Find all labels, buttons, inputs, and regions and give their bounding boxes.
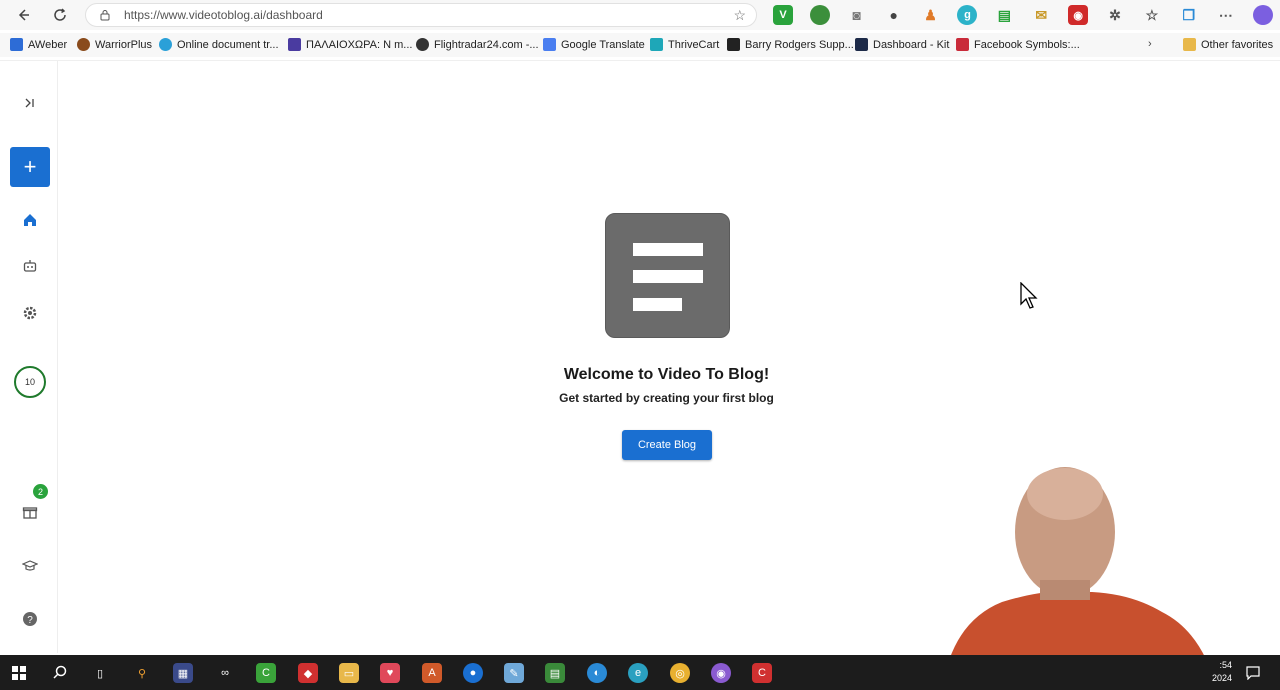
expand-sidebar-icon[interactable] — [10, 83, 50, 123]
favorites-icon[interactable]: ☆ — [1142, 5, 1162, 25]
calculator-icon[interactable]: ▦ — [173, 663, 193, 683]
spreadsheet-icon[interactable]: ▤ — [545, 663, 565, 683]
red-app-icon[interactable]: ◆ — [298, 663, 318, 683]
help-icon[interactable]: ? — [10, 599, 50, 639]
graduation-cap-icon[interactable] — [10, 546, 50, 586]
icon-line — [633, 270, 703, 283]
google-translate-icon — [543, 38, 556, 51]
messenger-icon[interactable]: ● — [463, 663, 483, 683]
back-arrow-icon[interactable] — [12, 4, 34, 26]
thrivecart-icon — [650, 38, 663, 51]
bookmark-0[interactable]: AWeber — [10, 38, 67, 51]
app-sidebar: + 10 2 ? — [0, 61, 58, 653]
lightning-icon — [956, 38, 969, 51]
search-icon[interactable] — [50, 663, 70, 683]
extension-figure-icon[interactable]: ♟ — [921, 5, 941, 25]
bookmark-2[interactable]: Online document tr... — [159, 38, 279, 51]
book-icon — [727, 38, 740, 51]
address-bar[interactable]: https://www.videotoblog.ai/dashboard ☆ — [85, 3, 757, 27]
news-icon — [288, 38, 301, 51]
extension-mail-icon[interactable]: ✉ — [1031, 5, 1051, 25]
system-clock[interactable]: :54 2024 — [1212, 659, 1232, 685]
bookmark-7[interactable]: Barry Rodgers Supp... — [727, 38, 854, 51]
other-favorites[interactable]: Other favorites — [1183, 38, 1273, 51]
bookmark-9[interactable]: Facebook Symbols:... — [956, 38, 1080, 51]
url-text[interactable]: https://www.videotoblog.ai/dashboard — [124, 8, 733, 22]
taskbar-search-app-icon[interactable]: ⚲ — [132, 663, 152, 683]
bookmarks-overflow-chevron-icon[interactable]: › — [1148, 38, 1152, 50]
welcome-subtitle: Get started by creating your first blog — [559, 391, 774, 405]
star-icon[interactable]: ☆ — [733, 7, 746, 24]
robot-icon[interactable] — [10, 246, 50, 286]
bookmark-4[interactable]: Flightradar24.com -... — [416, 38, 539, 51]
camera-icon[interactable]: ◙ — [847, 5, 867, 25]
task-view-icon[interactable]: ▯ — [90, 663, 110, 683]
windows-start-icon[interactable] — [9, 663, 29, 683]
settings-gear-icon[interactable] — [10, 293, 50, 333]
copilot-icon[interactable] — [1252, 5, 1273, 25]
bookmark-8[interactable]: Dashboard - Kit — [855, 38, 949, 51]
puzzle-icon[interactable]: ✲ — [1105, 5, 1125, 25]
document-translate-icon — [159, 38, 172, 51]
home-icon[interactable] — [10, 200, 50, 240]
icon-line — [633, 243, 703, 256]
create-blog-button[interactable]: Create Blog — [622, 430, 712, 460]
extension-grid-icon[interactable]: ▤ — [994, 5, 1014, 25]
gift-badge: 2 — [33, 484, 48, 499]
bookmarks-bar: AWeber WarriorPlus Online document tr...… — [0, 33, 1280, 57]
refresh-icon[interactable] — [49, 4, 71, 26]
chain-icon[interactable]: ∞ — [215, 663, 235, 683]
bookmark-3[interactable]: ΠΑΛΑΙΟΧΩΡΑ: N m... — [288, 38, 412, 51]
browser-toolbar: https://www.videotoblog.ai/dashboard ☆ V… — [0, 0, 1280, 30]
folder-icon — [1183, 38, 1196, 51]
gift-icon[interactable]: 2 — [10, 484, 50, 532]
clock-date: 2024 — [1211, 673, 1232, 683]
flightradar-icon — [416, 38, 429, 51]
camtasia-icon[interactable]: C — [256, 663, 276, 683]
extensions-row: V ◙ ● ♟ g ▤ ✉ ◉ ✲ ☆ ❐ ⋯ — [773, 5, 1280, 25]
pocket-icon[interactable]: ♥ — [380, 663, 400, 683]
warriorplus-icon — [77, 38, 90, 51]
clock-time: :54 — [1219, 660, 1232, 670]
camtasia-recorder-icon[interactable]: C — [752, 663, 772, 683]
icon-line — [633, 298, 682, 311]
edge-browser-icon[interactable]: e — [628, 663, 648, 683]
aweber-icon — [10, 38, 23, 51]
new-blog-button[interactable]: + — [10, 147, 50, 187]
mouse-cursor-icon — [1020, 282, 1038, 309]
extension-v-icon[interactable]: V — [773, 5, 793, 25]
blog-document-icon — [605, 213, 730, 338]
notifications-icon[interactable] — [1243, 663, 1263, 683]
purple-app-icon[interactable]: ◉ — [711, 663, 731, 683]
pdf-app-icon[interactable]: A — [422, 663, 442, 683]
extension-record-icon[interactable]: ◉ — [1068, 5, 1089, 25]
bookmark-6[interactable]: ThriveCart — [650, 38, 719, 51]
more-icon[interactable]: ⋯ — [1216, 5, 1236, 25]
welcome-heading: Welcome to Video To Blog! — [563, 366, 770, 383]
svg-text:?: ? — [27, 615, 33, 626]
file-explorer-icon[interactable]: ▭ — [339, 663, 359, 683]
bookmark-1[interactable]: WarriorPlus — [77, 38, 152, 51]
blue-app-icon[interactable]: ◐ — [587, 663, 607, 683]
extension-grammar-icon[interactable] — [809, 5, 830, 25]
windows-taskbar: ▯ ⚲ ▦ ∞ C ◆ ▭ ♥ A ● ✎ ▤ ◐ e ◎ ◉ C :54 20… — [0, 655, 1280, 690]
collections-icon[interactable]: ❐ — [1179, 5, 1199, 25]
plus-icon: + — [23, 154, 37, 179]
extension-g-icon[interactable]: g — [957, 5, 978, 25]
chrome-browser-icon[interactable]: ◎ — [670, 663, 690, 683]
lock-icon[interactable] — [99, 9, 111, 21]
notepad-icon[interactable]: ✎ — [504, 663, 524, 683]
bookmark-5[interactable]: Google Translate — [543, 38, 645, 51]
kit-icon — [855, 38, 868, 51]
content-divider — [0, 60, 1280, 61]
extension-dark-icon[interactable]: ● — [884, 5, 904, 25]
